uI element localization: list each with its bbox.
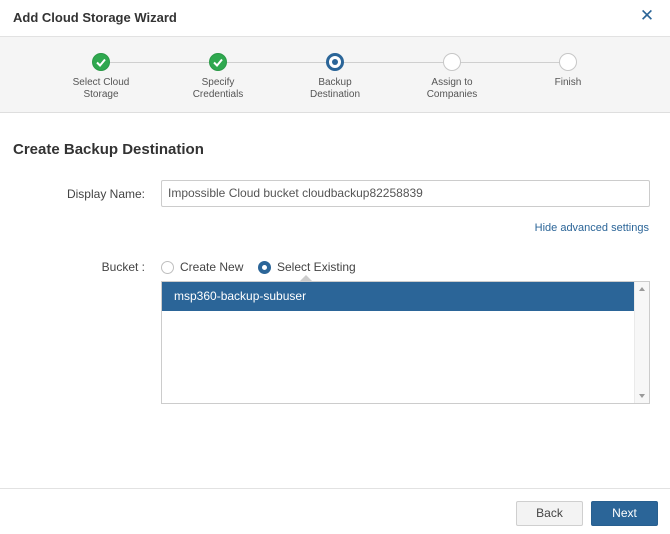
close-icon[interactable]: ✕ [638,7,656,25]
dialog-title: Add Cloud Storage Wizard [13,10,177,25]
scroll-down-icon[interactable] [639,394,645,398]
dialog-footer: Back Next [0,488,670,534]
checkmark-icon [209,53,227,71]
bucket-listbox[interactable]: msp360-backup-subuser [161,281,650,404]
pending-step-icon [443,53,461,71]
display-name-label: Display Name: [66,187,145,201]
list-item[interactable]: msp360-backup-subuser [162,282,635,311]
pending-step-icon [559,53,577,71]
display-name-input[interactable]: Impossible Cloud bucket cloudbackup82258… [161,180,650,207]
step-label: Select Cloud Storage [72,77,130,100]
radio-select-existing[interactable]: Select Existing [258,259,356,275]
step-label: Specify Credentials [192,77,244,100]
next-button[interactable]: Next [591,501,658,526]
wizard-stepper: Select Cloud Storage Specify Credentials B… [0,37,670,113]
checkmark-icon [92,53,110,71]
scroll-up-icon[interactable] [639,287,645,291]
step-label: Assign to Companies [426,77,478,100]
radio-create-new[interactable]: Create New [161,259,243,275]
radio-label: Create New [180,260,244,274]
page-title: Create Backup Destination [13,141,204,158]
step-label: Backup Destination [309,77,361,100]
bucket-label: Bucket : [101,260,145,274]
step-label: Finish [554,77,582,88]
radio-checked-icon [258,260,271,274]
back-button[interactable]: Back [516,501,583,526]
radio-unchecked-icon [161,260,174,274]
hide-advanced-settings-link[interactable]: Hide advanced settings [535,222,649,234]
current-step-icon [326,53,344,71]
dialog-header: Add Cloud Storage Wizard ✕ [0,0,670,37]
scrollbar[interactable] [634,282,649,403]
radio-label: Select Existing [277,260,356,274]
